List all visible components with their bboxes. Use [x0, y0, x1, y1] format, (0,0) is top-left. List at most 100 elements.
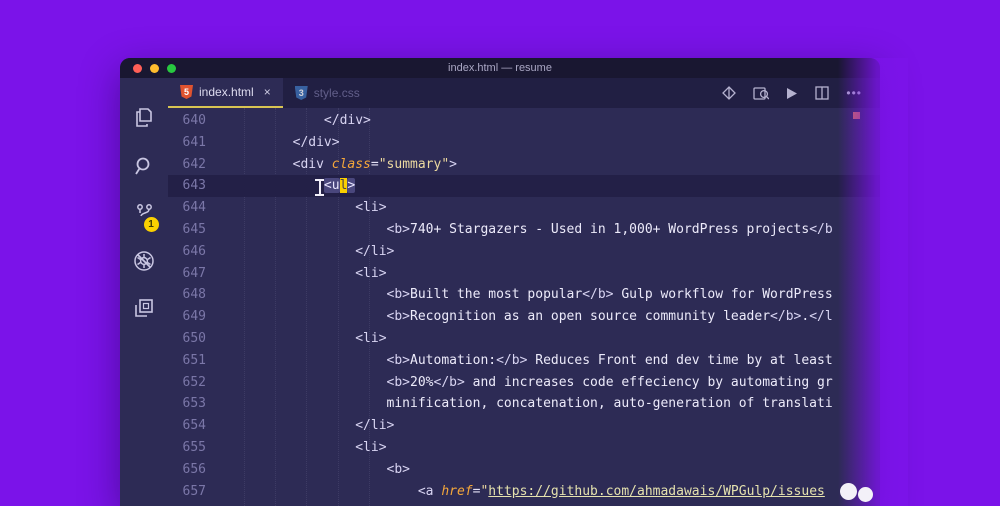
line-number: 654 [182, 418, 206, 434]
code-line[interactable]: 644 <li> [168, 197, 880, 219]
code-segment: </b> [433, 374, 465, 390]
code-segment: </div> [230, 113, 371, 128]
tab-style-css[interactable]: 3 style.css [283, 78, 372, 108]
line-number: 652 [182, 374, 206, 390]
code-segment: . [801, 309, 810, 325]
window-title: index.html — resume [448, 62, 552, 74]
line-number: 647 [182, 265, 206, 281]
code-segment: <b> [230, 287, 411, 303]
close-tab-icon[interactable]: × [264, 85, 271, 99]
code-line[interactable]: 647 <li> [168, 263, 880, 285]
html5-file-icon: 5 [180, 85, 193, 99]
code-segment: <div [230, 156, 332, 172]
code-line[interactable]: 640 </div> [168, 110, 880, 132]
sidebar-item-search[interactable] [120, 148, 168, 188]
code-segment: Gulp workflow for WordPress [613, 287, 833, 303]
code-line[interactable]: 646 </li> [168, 241, 880, 263]
code-line[interactable]: 652 <b>20%</b> and increases code effeci… [168, 372, 880, 394]
code-segment: Reduces Front end dev time by at least [527, 352, 833, 368]
code-text: <b>Recognition as an open source communi… [230, 306, 880, 328]
desktop-background: index.html — resume 1 5 index.html × 3 s… [0, 0, 1000, 506]
sidebar-item-source-control[interactable]: 1 [120, 196, 168, 236]
code-text: <b>Built the most popular</b> Gulp workf… [230, 284, 880, 306]
code-segment: </b> [582, 287, 614, 303]
code-line[interactable]: 642 <div class="summary"> [168, 154, 880, 176]
line-number: 653 [182, 396, 206, 412]
line-number: 644 [182, 200, 206, 216]
titlebar: index.html — resume [120, 58, 880, 78]
code-line[interactable]: 641 </div> [168, 132, 880, 154]
watermark-dot [840, 483, 857, 500]
line-number: 640 [182, 113, 206, 128]
code-segment: </l [809, 309, 833, 325]
sidebar-item-debug[interactable] [120, 243, 168, 283]
code-segment: </b> [770, 309, 802, 325]
code-segment: href [441, 483, 473, 499]
code-line[interactable]: 648 <b>Built the most popular</b> Gulp w… [168, 284, 880, 306]
code-line[interactable]: 650 <li> [168, 328, 880, 350]
code-segment: = [370, 156, 379, 172]
line-number: 657 [182, 483, 206, 499]
code-text: <a href="https://github.com/ahmadawais/W… [230, 481, 880, 503]
code-text: <b> [230, 459, 880, 481]
files-icon [133, 106, 155, 135]
line-number: 656 [182, 461, 206, 477]
code-segment: <b> [230, 309, 411, 325]
more-actions-icon[interactable]: ••• [846, 86, 862, 100]
code-text: <li> [230, 437, 880, 459]
code-segment: 740+ Stargazers - Used in 1,000+ WordPre… [410, 221, 810, 237]
code-segment: <li> [230, 200, 387, 216]
line-number: 649 [182, 309, 206, 325]
code-line[interactable]: 643 <ul> [168, 175, 880, 198]
code-text: <b>20%</b> and increases code effeciency… [230, 372, 880, 394]
code-editor[interactable]: 640 </div> 641 </div> 642 <div class="summ… [168, 108, 880, 506]
tab-index-html[interactable]: 5 index.html × [168, 78, 283, 108]
code-text: minification, concatenation, auto-genera… [230, 393, 880, 415]
code-segment: "summary" [378, 156, 450, 172]
code-text: <li> [230, 263, 880, 285]
open-changes-icon[interactable] [722, 86, 737, 100]
code-segment: > [347, 178, 356, 194]
code-line[interactable]: 649 <b>Recognition as an open source com… [168, 306, 880, 328]
code-segment: <li> [230, 330, 387, 346]
code-segment: minification, concatenation, auto-genera… [230, 396, 833, 412]
code-line[interactable]: 654 </li> [168, 415, 880, 437]
extensions-icon [133, 297, 155, 324]
code-line[interactable]: 656 <b> [168, 459, 880, 481]
code-line[interactable]: 653 minification, concatenation, auto-ge… [168, 393, 880, 415]
debug-no-bug-icon [132, 249, 156, 278]
code-segment: Recognition as an open source community … [410, 309, 771, 325]
code-segment: <a [230, 483, 442, 499]
code-line[interactable]: 657 <a href="https://github.com/ahmadawa… [168, 481, 880, 503]
overview-ruler-marker [853, 112, 860, 119]
run-icon[interactable] [786, 87, 798, 100]
code-segment: </b> [496, 352, 528, 368]
code-segment: <b> [230, 221, 411, 237]
code-line[interactable]: 651 <b>Automation:</b> Reduces Front end… [168, 350, 880, 372]
activity-bar: 1 [120, 78, 168, 506]
open-preview-icon[interactable] [753, 86, 770, 101]
line-number: 648 [182, 287, 206, 303]
vscode-window: index.html — resume 1 5 index.html × 3 s… [120, 58, 880, 506]
line-number: 651 [182, 352, 206, 368]
code-segment: <li> [230, 439, 387, 455]
code-segment: class [331, 156, 371, 172]
editor-actions: ••• [722, 78, 862, 108]
code-segment: </div> [230, 134, 340, 150]
code-segment: and increases code effeciency by automat… [464, 374, 833, 390]
tab-bar: 5 index.html × 3 style.css ••• [168, 78, 880, 108]
code-line[interactable]: 645 <b>740+ Stargazers - Used in 1,000+ … [168, 219, 880, 241]
line-number: 643 [182, 178, 206, 194]
code-line[interactable]: 655 <li> [168, 437, 880, 459]
text-select-cursor-icon [315, 179, 324, 196]
code-text: <li> [230, 197, 880, 219]
code-segment: <li> [230, 265, 387, 281]
line-number: 641 [182, 134, 206, 150]
line-number: 650 [182, 330, 206, 346]
split-editor-icon[interactable] [815, 86, 830, 100]
sidebar-item-extensions[interactable] [120, 290, 168, 330]
code-text: <div class="summary"> [230, 154, 880, 176]
code-segment: Built the most popular [410, 287, 583, 303]
source-control-badge: 1 [143, 216, 159, 232]
sidebar-item-explorer[interactable] [120, 100, 168, 140]
